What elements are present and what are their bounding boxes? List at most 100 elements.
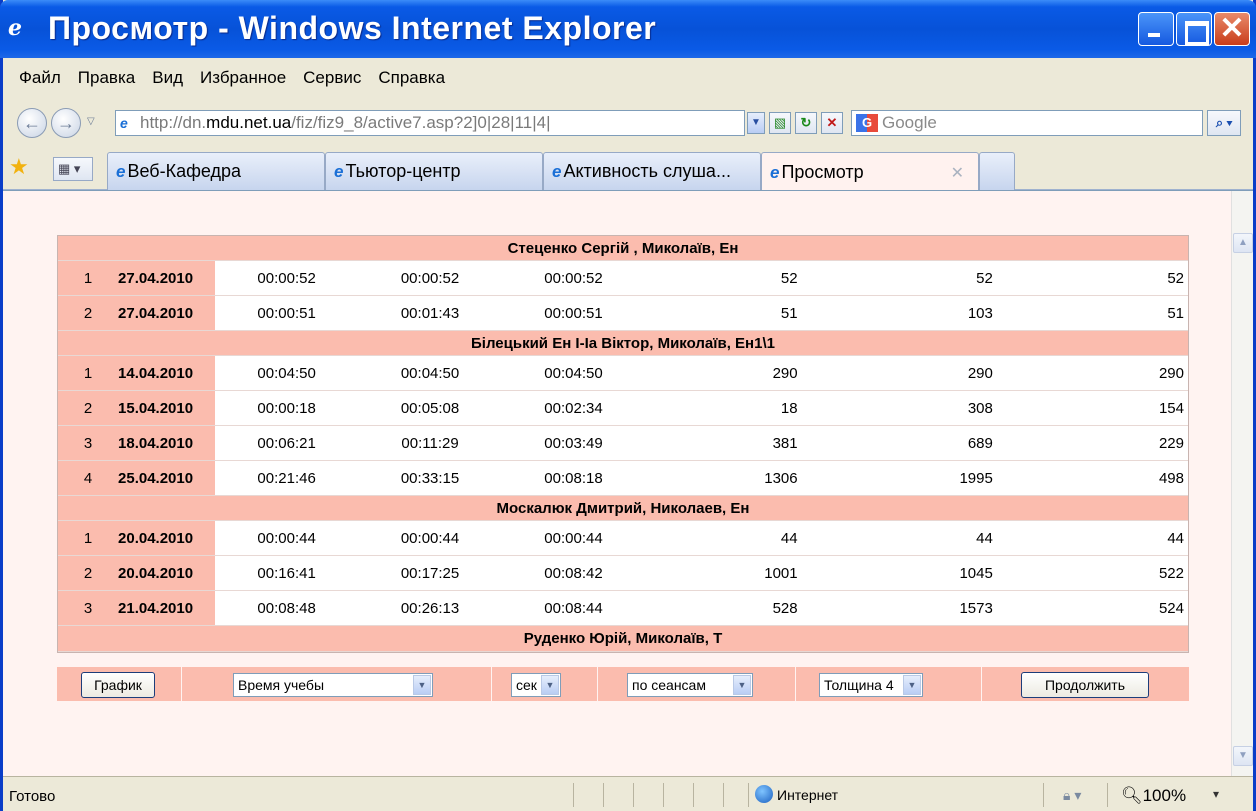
- session-date: 25.04.2010: [96, 461, 215, 496]
- session-date: 27.04.2010: [96, 296, 215, 331]
- cumulative-seconds: 103: [801, 296, 997, 331]
- menu-view[interactable]: Вид: [152, 68, 183, 88]
- average-time: 00:02:34: [501, 391, 646, 426]
- title-bar[interactable]: e Просмотр - Windows Internet Explorer ✕: [0, 0, 1256, 58]
- session-date: 15.04.2010: [96, 391, 215, 426]
- graph-button[interactable]: График: [81, 672, 155, 698]
- cumulative-time: 00:01:43: [358, 296, 502, 331]
- time-metric-select[interactable]: Время учебы ▼: [233, 673, 433, 697]
- compatibility-view-button[interactable]: ▧: [769, 112, 791, 134]
- average-time: 00:08:18: [501, 461, 646, 496]
- menu-file[interactable]: Файл: [19, 68, 61, 88]
- cumulative-seconds: 1995: [801, 461, 997, 496]
- status-divider: [573, 783, 574, 807]
- session-seconds: 18: [645, 391, 802, 426]
- ie-tab-icon: e: [552, 161, 562, 181]
- cumulative-time: 00:11:29: [358, 426, 502, 461]
- session-date: 20.04.2010: [96, 556, 215, 591]
- search-input[interactable]: G Google: [851, 110, 1203, 136]
- cumulative-seconds: 689: [801, 426, 997, 461]
- close-button[interactable]: ✕: [1214, 12, 1250, 46]
- zoom-value: 100%: [1142, 786, 1187, 805]
- stop-button[interactable]: ✕: [821, 112, 843, 134]
- address-url: http://dn.mdu.net.ua/fiz/fiz9_8/active7.…: [140, 113, 551, 132]
- tab-tutor-center[interactable]: e Тьютор-центр: [325, 152, 543, 190]
- cumulative-time: 00:26:13: [358, 591, 502, 626]
- menu-edit[interactable]: Правка: [78, 68, 135, 88]
- control-divider: [981, 667, 982, 701]
- session-seconds: 52: [645, 261, 802, 296]
- row-index: 1: [58, 356, 97, 391]
- average-seconds: 498: [996, 461, 1188, 496]
- quick-tabs-icon: ▦ ▾: [58, 161, 81, 176]
- control-bar: График Время учебы ▼ сек ▼ по сеансам ▼ …: [57, 667, 1189, 701]
- menu-favorites[interactable]: Избранное: [200, 68, 286, 88]
- back-button[interactable]: ←: [17, 108, 47, 138]
- tab-close-icon[interactable]: ✕: [951, 163, 964, 183]
- student-group-row: Стеценко Сергій , Миколаїв, Ен: [58, 236, 1188, 261]
- session-date: 14.04.2010: [96, 356, 215, 391]
- protected-mode-icon[interactable]: 🔒︎ ▾: [1063, 787, 1081, 804]
- average-seconds: 229: [996, 426, 1188, 461]
- menu-bar: Файл Правка Вид Избранное Сервис Справка: [3, 58, 1253, 98]
- grouping-mode-select[interactable]: по сеансам ▼: [627, 673, 753, 697]
- address-dropdown-button[interactable]: ▼: [747, 112, 765, 134]
- forward-button[interactable]: →: [51, 108, 81, 138]
- status-divider: [663, 783, 664, 807]
- zoom-level[interactable]: 🔍︎100%: [1121, 786, 1186, 806]
- favorites-star-icon[interactable]: ★: [9, 154, 29, 180]
- session-seconds: 44: [645, 521, 802, 556]
- globe-icon: [755, 785, 773, 803]
- new-tab-button[interactable]: [979, 152, 1015, 190]
- student-name: Москалюк Дмитрий, Николаев, Ен: [58, 496, 1188, 521]
- session-date: 27.04.2010: [96, 261, 215, 296]
- average-time: 00:04:50: [501, 356, 646, 391]
- back-arrow-icon: ←: [23, 113, 41, 133]
- security-zone: Интернет: [777, 787, 839, 803]
- average-seconds: 290: [996, 356, 1188, 391]
- cumulative-time: 00:17:25: [358, 556, 502, 591]
- tab-view[interactable]: e Просмотр ✕: [761, 152, 979, 192]
- ie-icon: e: [8, 15, 22, 41]
- session-seconds: 528: [645, 591, 802, 626]
- refresh-button[interactable]: ↻: [795, 112, 817, 134]
- quick-tabs-button[interactable]: ▦ ▾: [53, 157, 93, 181]
- maximize-button[interactable]: [1176, 12, 1212, 46]
- continue-button[interactable]: Продолжить: [1021, 672, 1149, 698]
- page-icon: e: [120, 115, 128, 131]
- ie-tab-icon: e: [334, 161, 344, 181]
- maximize-icon: [1177, 13, 1211, 45]
- tab-activity[interactable]: e Активность слуша...: [543, 152, 761, 190]
- table-row: 4 25.04.2010 00:21:46 00:33:15 00:08:18 1306 1…: [58, 461, 1188, 496]
- line-thickness-select[interactable]: Толщина 4 ▼: [819, 673, 923, 697]
- time-metric-value: Время учебы: [238, 677, 325, 693]
- time-unit-select[interactable]: сек ▼: [511, 673, 561, 697]
- average-time: 00:00:51: [501, 296, 646, 331]
- vertical-scrollbar[interactable]: ▲ ▼: [1231, 191, 1253, 776]
- cumulative-time: 00:00:52: [358, 261, 502, 296]
- control-divider: [597, 667, 598, 701]
- table-row: 2 27.04.2010 00:00:51 00:01:43 00:00:51 51 103…: [58, 296, 1188, 331]
- session-time: 00:00:51: [214, 296, 359, 331]
- average-seconds: 522: [996, 556, 1188, 591]
- minimize-button[interactable]: [1138, 12, 1174, 46]
- window-title: Просмотр - Windows Internet Explorer: [48, 10, 657, 46]
- session-time: 00:00:52: [214, 261, 359, 296]
- tab-web-kafedra[interactable]: e Веб-Кафедра: [107, 152, 325, 190]
- search-button[interactable]: ⌕ ▾: [1207, 110, 1241, 136]
- address-field[interactable]: e http://dn.mdu.net.ua/fiz/fiz9_8/active…: [115, 110, 745, 136]
- zoom-dropdown-icon[interactable]: ▾: [1213, 787, 1219, 801]
- menu-help[interactable]: Справка: [378, 68, 445, 88]
- menu-tools[interactable]: Сервис: [303, 68, 361, 88]
- session-seconds: 1306: [645, 461, 802, 496]
- session-date: 18.04.2010: [96, 426, 215, 461]
- row-index: 2: [58, 556, 97, 591]
- control-divider: [491, 667, 492, 701]
- session-date: 21.04.2010: [96, 591, 215, 626]
- chevron-down-icon: ▼: [733, 675, 751, 695]
- history-dropdown-icon[interactable]: ▽: [87, 116, 95, 127]
- activity-table: Стеценко Сергій , Миколаїв, Ен 1 27.04.201…: [57, 235, 1189, 653]
- scroll-up-icon[interactable]: ▲: [1233, 233, 1253, 253]
- scroll-down-icon[interactable]: ▼: [1233, 746, 1253, 766]
- control-divider: [795, 667, 796, 701]
